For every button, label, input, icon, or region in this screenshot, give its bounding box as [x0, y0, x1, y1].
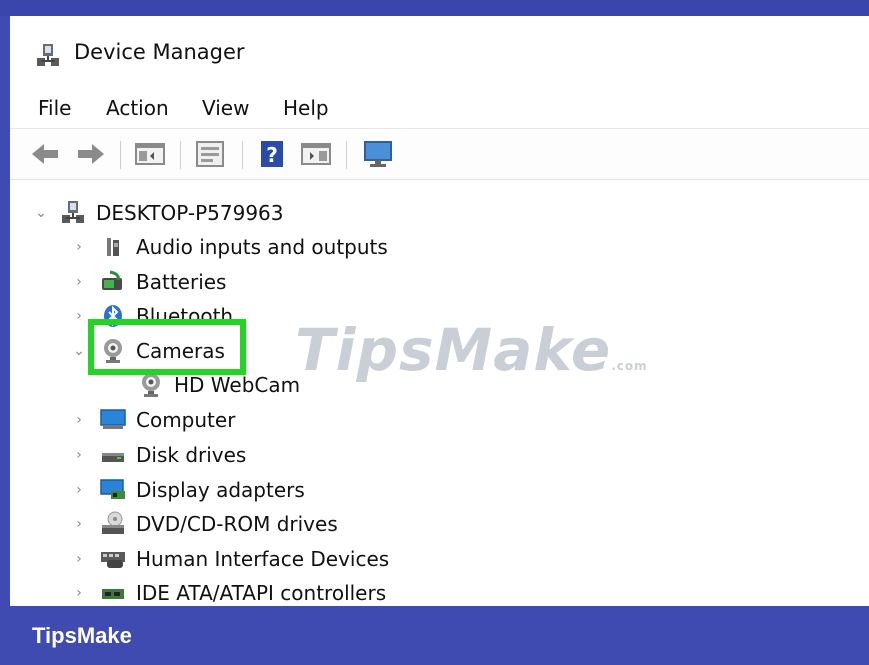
chevron-right-icon[interactable]: › — [70, 482, 88, 498]
toolbar-separator — [346, 141, 347, 169]
chevron-down-icon[interactable]: ⌄ — [32, 205, 50, 221]
tree-root[interactable]: ⌄ DESKTOP-P579963 — [32, 196, 284, 230]
tree-item-dvd-drives[interactable]: › DVD/CD-ROM drives — [70, 507, 338, 541]
toolbar-separator — [120, 141, 121, 169]
tree-item-label: Batteries — [136, 270, 227, 294]
menu-bar: File Action View Help — [10, 90, 869, 128]
watermark-text: TipsMake — [295, 316, 612, 384]
tree-item-batteries[interactable]: › Batteries — [70, 265, 226, 299]
chevron-right-icon[interactable]: › — [70, 412, 88, 428]
top-band — [0, 0, 869, 16]
tree-item-disk-drives[interactable]: › Disk drives — [70, 438, 246, 472]
tree-item-computer[interactable]: › Computer — [70, 403, 235, 437]
chevron-down-icon[interactable]: ⌄ — [70, 343, 88, 359]
disk-drive-icon — [98, 442, 128, 468]
menu-help[interactable]: Help — [283, 96, 329, 120]
scan-hardware-icon[interactable] — [362, 139, 396, 169]
watermark: TipsMake.com — [295, 316, 648, 384]
tree-item-audio[interactable]: › Audio inputs and outputs — [70, 230, 388, 264]
chevron-right-icon[interactable]: › — [70, 551, 88, 567]
chevron-right-icon[interactable]: › — [70, 274, 88, 290]
title-bar: Device Manager — [10, 16, 869, 86]
watermark-suffix: .com — [611, 359, 648, 373]
toolbar-separator — [180, 141, 181, 169]
footer-band: TipsMake — [0, 606, 869, 665]
webcam-icon — [136, 372, 166, 398]
tree-root-label: DESKTOP-P579963 — [96, 201, 284, 225]
speaker-icon — [98, 234, 128, 260]
monitor-icon — [98, 407, 128, 433]
tree-item-label: Human Interface Devices — [136, 547, 390, 571]
window-title: Device Manager — [74, 40, 245, 64]
tree-item-label: Computer — [136, 408, 236, 432]
display-adapter-icon — [98, 477, 128, 503]
toolbar: ? — [10, 128, 869, 180]
menu-view[interactable]: View — [202, 96, 249, 120]
menu-file[interactable]: File — [38, 96, 71, 120]
hid-icon — [98, 546, 128, 572]
tree-item-label: HD WebCam — [174, 373, 301, 397]
computer-network-icon — [58, 200, 88, 226]
action-pane-icon[interactable] — [300, 139, 332, 169]
device-manager-window: Device Manager File Action View Help ? ⌄… — [10, 16, 869, 606]
cameras-highlight-box — [88, 319, 246, 375]
tree-item-label: Audio inputs and outputs — [136, 235, 388, 259]
tree-item-label: Disk drives — [136, 443, 247, 467]
svg-text:?: ? — [266, 143, 278, 167]
ide-controller-icon — [98, 580, 128, 606]
tree-item-label: IDE ATA/ATAPI controllers — [136, 581, 387, 605]
chevron-right-icon[interactable]: › — [70, 516, 88, 532]
show-hide-console-tree-icon[interactable] — [134, 139, 166, 169]
tree-item-display-adapters[interactable]: › Display adapters — [70, 473, 305, 507]
dvd-drive-icon — [98, 511, 128, 537]
toolbar-separator — [242, 141, 243, 169]
tree-item-label: DVD/CD-ROM drives — [136, 512, 338, 536]
tree-item-label: Display adapters — [136, 478, 305, 502]
forward-arrow-icon[interactable] — [76, 139, 106, 169]
tree-item-ide[interactable]: › IDE ATA/ATAPI controllers — [70, 576, 386, 606]
chevron-right-icon[interactable]: › — [70, 239, 88, 255]
back-arrow-icon[interactable] — [30, 139, 60, 169]
device-manager-icon — [35, 43, 61, 73]
chevron-right-icon[interactable]: › — [70, 585, 88, 601]
device-tree: ⌄ DESKTOP-P579963 › Audio inputs and out… — [10, 186, 869, 606]
battery-icon — [98, 269, 128, 295]
chevron-right-icon[interactable]: › — [70, 447, 88, 463]
tree-item-hid[interactable]: › Human Interface Devices — [70, 542, 389, 576]
chevron-right-icon[interactable]: › — [70, 308, 88, 324]
menu-action[interactable]: Action — [106, 96, 169, 120]
properties-icon[interactable] — [194, 139, 226, 169]
footer-brand: TipsMake — [32, 623, 132, 648]
help-icon[interactable]: ? — [258, 139, 286, 169]
